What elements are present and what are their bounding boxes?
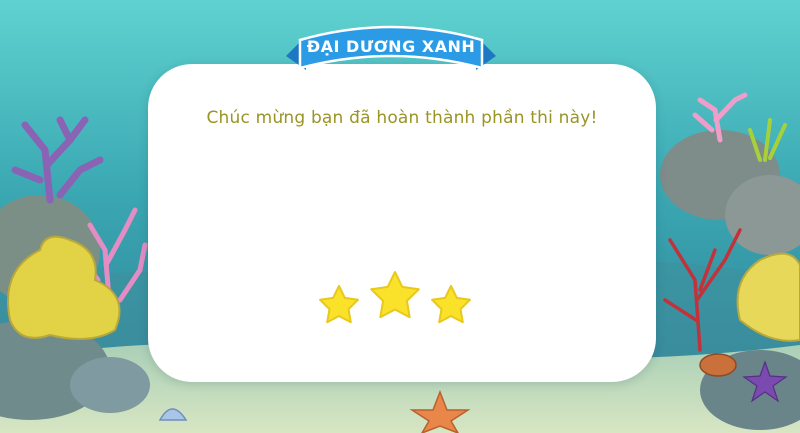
star-rating bbox=[319, 271, 471, 324]
star-icon bbox=[431, 285, 471, 324]
star-icon bbox=[319, 285, 359, 324]
star-icon bbox=[370, 271, 420, 319]
